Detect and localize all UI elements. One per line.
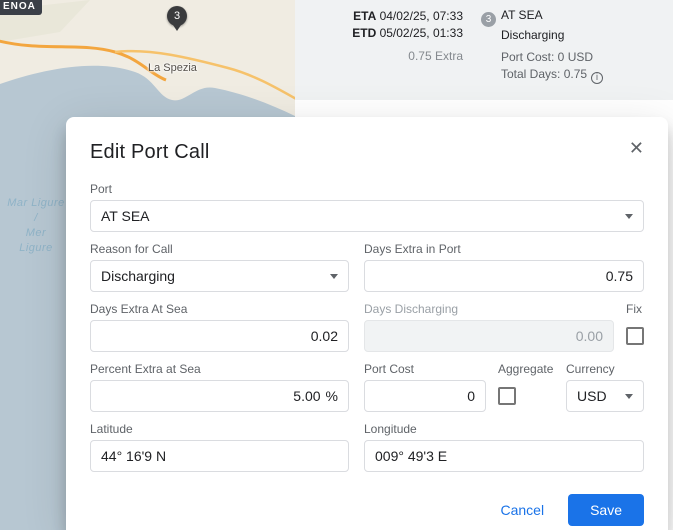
- etd-value: 05/02/25, 01:33: [380, 26, 463, 40]
- chevron-down-icon: [330, 274, 338, 279]
- port-field-group: Port AT SEA: [90, 182, 644, 232]
- days-discharging-input-wrap: [364, 320, 614, 352]
- port-call-column: 3 AT SEA Discharging Port Cost: 0 USD Tot…: [481, 7, 603, 84]
- eta-value: 04/02/25, 07:33: [380, 9, 463, 23]
- port-select[interactable]: AT SEA: [90, 200, 644, 232]
- currency-field-group: Currency USD: [566, 362, 644, 412]
- days-extra-sea-input-wrap: [90, 320, 349, 352]
- percent-extra-sea-input-wrap: %: [90, 380, 349, 412]
- reason-field-group: Reason for Call Discharging: [90, 242, 349, 292]
- fix-field-group: Fix: [626, 302, 644, 352]
- percent-unit: %: [326, 388, 338, 404]
- map-marker-pin[interactable]: 3: [167, 6, 187, 26]
- days-extra-port-label: Days Extra in Port: [364, 242, 644, 256]
- voyage-summary-panel: ETA 04/02/25, 07:33 ETD 05/02/25, 01:33 …: [295, 0, 673, 100]
- sea-label-line: Mar Ligure /: [4, 196, 68, 226]
- etd-label: ETD: [352, 26, 376, 40]
- eta-label: ETA: [353, 9, 376, 23]
- port-cost-label: Port Cost: [364, 362, 486, 376]
- days-discharging-fix-row: Days Discharging Fix: [364, 302, 644, 352]
- port-row: 3 AT SEA: [481, 7, 603, 27]
- port-cost-row: Port Cost Aggregate Currency USD: [364, 362, 644, 412]
- save-button[interactable]: Save: [568, 494, 644, 526]
- aggregate-field-group: Aggregate: [498, 362, 554, 412]
- sea-label-line: Mer: [4, 226, 68, 241]
- currency-label: Currency: [566, 362, 644, 376]
- reason-select[interactable]: Discharging: [90, 260, 349, 292]
- sea-label-line: Ligure: [4, 241, 68, 256]
- port-cost-input-wrap: [364, 380, 486, 412]
- info-icon[interactable]: i: [591, 72, 603, 84]
- days-extra-port-field-group: Days Extra in Port: [364, 242, 644, 292]
- chevron-down-icon: [625, 394, 633, 399]
- close-icon[interactable]: ✕: [627, 137, 646, 159]
- map-sea-label: Mar Ligure / Mer Ligure: [4, 196, 68, 256]
- latitude-input-wrap: [90, 440, 349, 472]
- map-city-label-genoa: ENOA: [0, 0, 42, 15]
- days-discharging-label: Days Discharging: [364, 302, 614, 316]
- longitude-input[interactable]: [375, 448, 633, 464]
- days-discharging-field-group: Days Discharging: [364, 302, 614, 352]
- days-extra-port-input[interactable]: [375, 268, 633, 284]
- latitude-label: Latitude: [90, 422, 349, 436]
- eta-etd-column: ETA 04/02/25, 07:33 ETD 05/02/25, 01:33 …: [295, 8, 463, 65]
- edit-port-call-dialog: Edit Port Call ✕ Port AT SEA Reason for …: [66, 117, 668, 530]
- port-cost-text: Port Cost: 0 USD: [501, 49, 603, 66]
- port-call-number-badge: 3: [481, 12, 496, 27]
- dialog-title: Edit Port Call: [90, 141, 644, 164]
- longitude-input-wrap: [364, 440, 644, 472]
- percent-extra-sea-field-group: Percent Extra at Sea %: [90, 362, 349, 412]
- days-discharging-input: [375, 328, 603, 344]
- aggregate-label: Aggregate: [498, 362, 554, 376]
- port-activity: Discharging: [501, 27, 603, 44]
- currency-select[interactable]: USD: [566, 380, 644, 412]
- edit-port-call-form: Port AT SEA Reason for Call Discharging …: [90, 182, 644, 472]
- aggregate-checkbox[interactable]: [498, 387, 516, 405]
- percent-extra-sea-label: Percent Extra at Sea: [90, 362, 349, 376]
- port-label: Port: [90, 182, 644, 196]
- extra-days-text: 0.75 Extra: [295, 48, 463, 65]
- days-extra-port-input-wrap: [364, 260, 644, 292]
- total-days-row: Total Days: 0.75 i: [501, 66, 603, 84]
- map-city-label: La Spezia: [148, 62, 197, 74]
- days-extra-sea-label: Days Extra At Sea: [90, 302, 349, 316]
- days-extra-sea-input[interactable]: [101, 328, 338, 344]
- currency-select-value: USD: [577, 388, 607, 404]
- fix-label: Fix: [626, 302, 644, 316]
- reason-label: Reason for Call: [90, 242, 349, 256]
- percent-extra-sea-input[interactable]: [101, 388, 321, 404]
- longitude-field-group: Longitude: [364, 422, 644, 472]
- port-cost-field-group: Port Cost: [364, 362, 486, 412]
- total-days-text: Total Days: 0.75: [501, 67, 587, 81]
- port-name: AT SEA: [501, 8, 543, 22]
- chevron-down-icon: [625, 214, 633, 219]
- port-cost-input[interactable]: [375, 388, 475, 404]
- days-extra-sea-field-group: Days Extra At Sea: [90, 302, 349, 352]
- dialog-actions: Cancel Save: [90, 494, 644, 526]
- fix-checkbox[interactable]: [626, 327, 644, 345]
- longitude-label: Longitude: [364, 422, 644, 436]
- latitude-field-group: Latitude: [90, 422, 349, 472]
- latitude-input[interactable]: [101, 448, 338, 464]
- port-select-value: AT SEA: [101, 208, 150, 224]
- map-marker-badge: 3: [174, 10, 180, 22]
- reason-select-value: Discharging: [101, 268, 175, 284]
- cancel-button[interactable]: Cancel: [486, 494, 558, 526]
- eta-row: ETA 04/02/25, 07:33: [295, 8, 463, 25]
- etd-row: ETD 05/02/25, 01:33: [295, 25, 463, 42]
